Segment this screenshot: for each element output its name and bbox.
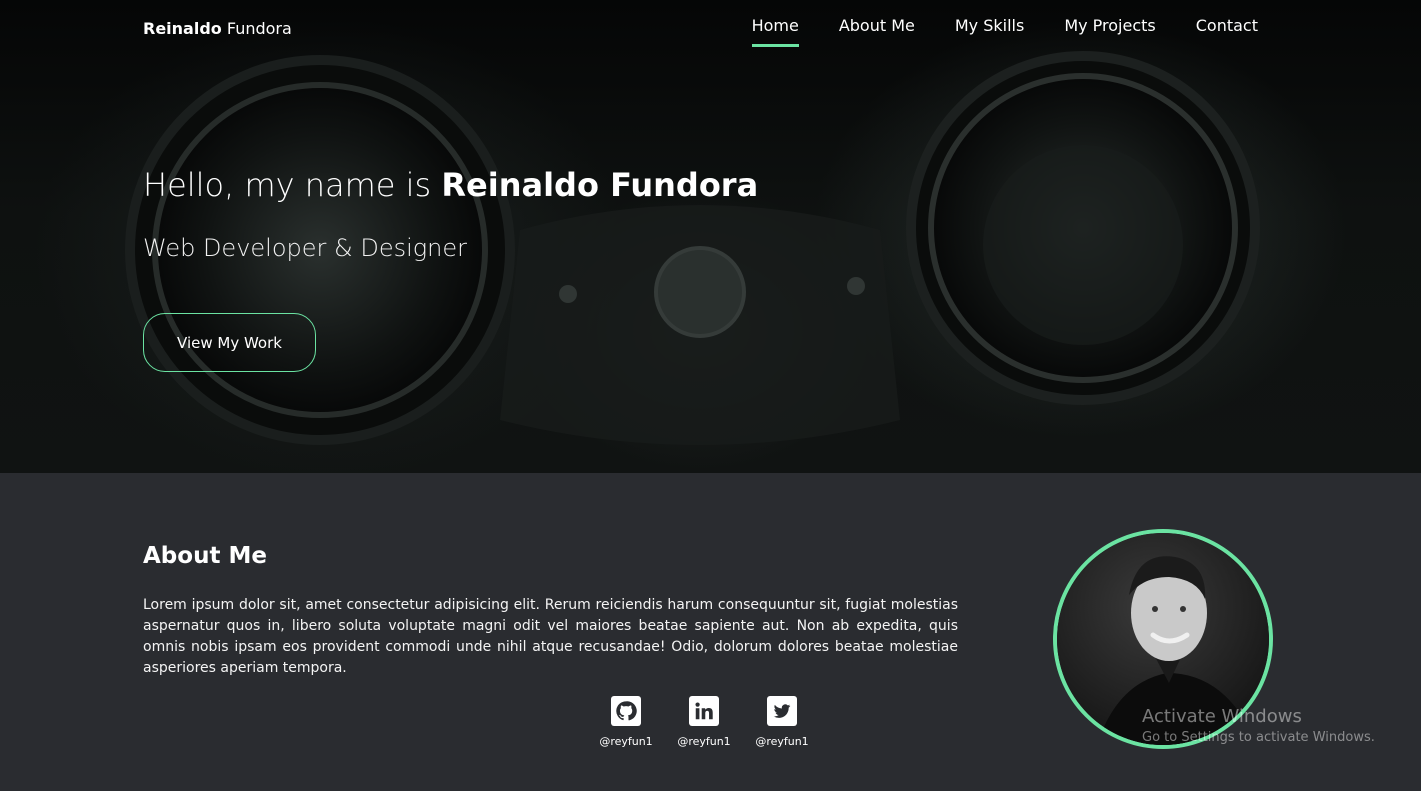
hero-section: Reinaldo Fundora Home About Me My Skills… — [0, 0, 1421, 473]
brand-last-name: Fundora — [226, 19, 292, 38]
linkedin-handle: @reyfun1 — [677, 735, 731, 748]
watermark-subtitle: Go to Settings to activate Windows. — [1142, 730, 1375, 745]
about-title: About Me — [143, 543, 267, 569]
nav-my-projects[interactable]: My Projects — [1064, 16, 1155, 47]
nav-home[interactable]: Home — [751, 16, 800, 47]
nav-contact[interactable]: Contact — [1196, 16, 1258, 47]
hero-name: Reinaldo Fundora — [441, 166, 759, 204]
about-section: About Me Lorem ipsum dolor sit, amet con… — [0, 473, 1421, 791]
windows-activation-watermark: Activate Windows Go to Settings to activ… — [1142, 706, 1375, 745]
main-nav: Home About Me My Skills My Projects Cont… — [751, 16, 1258, 47]
github-handle: @reyfun1 — [599, 735, 653, 748]
linkedin-link[interactable]: @reyfun1 — [677, 696, 731, 748]
twitter-link[interactable]: @reyfun1 — [755, 696, 809, 748]
hero-role: Web Developer & Designer — [143, 234, 468, 262]
nav-about-me[interactable]: About Me — [839, 16, 915, 47]
twitter-icon — [767, 696, 797, 726]
hero-greeting: Hello, my name is — [143, 166, 432, 204]
brand-first-name: Reinaldo — [143, 19, 222, 38]
view-my-work-button[interactable]: View My Work — [143, 313, 316, 372]
github-link[interactable]: @reyfun1 — [599, 696, 653, 748]
social-links: @reyfun1 @reyfun1 @reyfun1 — [599, 696, 809, 748]
brand-logo[interactable]: Reinaldo Fundora — [143, 19, 292, 38]
github-icon — [611, 696, 641, 726]
linkedin-icon — [689, 696, 719, 726]
hero-heading: Hello, my name is Reinaldo Fundora — [143, 166, 758, 204]
watermark-title: Activate Windows — [1142, 706, 1302, 727]
nav-my-skills[interactable]: My Skills — [955, 16, 1024, 47]
about-text: Lorem ipsum dolor sit, amet consectetur … — [143, 597, 958, 676]
twitter-handle: @reyfun1 — [755, 735, 809, 748]
